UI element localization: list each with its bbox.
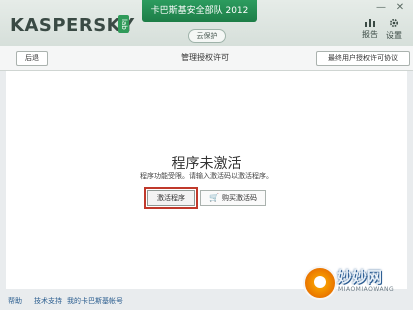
report-label: 报告 bbox=[362, 30, 378, 39]
cloud-protection-button[interactable]: 云保护 bbox=[188, 29, 226, 43]
my-kaspersky-account-link[interactable]: 我的卡巴斯基帐号 bbox=[67, 296, 123, 306]
buy-activation-code-label: 购买激活码 bbox=[221, 194, 257, 202]
bar-chart-icon bbox=[365, 19, 375, 27]
support-link[interactable]: 技术支持 bbox=[34, 296, 62, 306]
page-title: 管理授权许可 bbox=[181, 53, 229, 62]
activation-status-title: 程序未激活 bbox=[171, 156, 242, 172]
settings-label: 设置 bbox=[386, 31, 402, 40]
main-window: KASPERSKY lab 卡巴斯基安全部队 2012 云保护 — ✕ 报告 设… bbox=[0, 0, 413, 310]
buy-activation-code-button[interactable]: 🛒 购买激活码 bbox=[200, 190, 266, 206]
watermark-text: 妙妙网 bbox=[337, 268, 383, 286]
license-agreement-button[interactable]: 最终用户授权许可协议 bbox=[316, 51, 410, 66]
minimize-icon[interactable]: — bbox=[374, 2, 388, 14]
back-button[interactable]: 后退 bbox=[16, 51, 48, 66]
report-button[interactable]: 报告 bbox=[357, 18, 383, 40]
watermark-logo bbox=[303, 266, 337, 300]
kaspersky-lab-badge: lab bbox=[118, 15, 129, 33]
kaspersky-logo: KASPERSKY bbox=[10, 15, 135, 36]
title-bar: KASPERSKY lab 卡巴斯基安全部队 2012 云保护 — ✕ 报告 设… bbox=[0, 0, 413, 46]
close-icon[interactable]: ✕ bbox=[393, 2, 407, 14]
window-title: 卡巴斯基安全部队 2012 bbox=[142, 0, 257, 22]
watermark-subtext: MIAOMIAOWANG bbox=[338, 286, 395, 293]
cart-icon: 🛒 bbox=[209, 193, 219, 202]
activate-program-button[interactable]: 激活程序 bbox=[144, 187, 198, 209]
sub-header: 后退 管理授权许可 最终用户授权许可协议 bbox=[0, 46, 413, 71]
help-link[interactable]: 帮助 bbox=[8, 296, 22, 306]
activation-status-description: 程序功能受限。请输入激活码以激活程序。 bbox=[140, 172, 273, 180]
gear-icon bbox=[389, 18, 399, 28]
settings-button[interactable]: 设置 bbox=[381, 18, 407, 41]
